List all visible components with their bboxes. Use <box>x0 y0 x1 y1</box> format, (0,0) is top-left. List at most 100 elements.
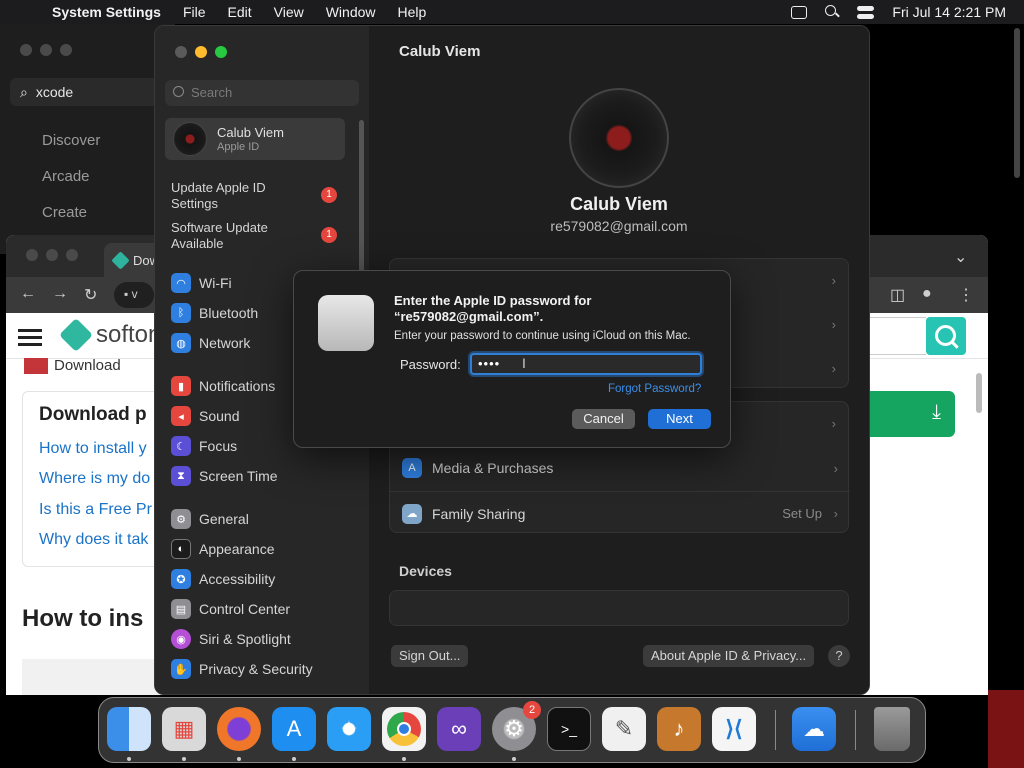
firefox-icon[interactable] <box>217 707 261 751</box>
back-icon[interactable]: ← <box>20 285 36 303</box>
minimize-button[interactable] <box>40 44 52 56</box>
menu-file[interactable]: File <box>183 4 206 20</box>
finder-icon[interactable] <box>107 707 151 751</box>
hamburger-menu-icon[interactable] <box>18 329 42 346</box>
sidebar-item-screen-time[interactable]: ⧗ Screen Time <box>171 465 278 487</box>
site-logo-text[interactable]: softon <box>96 321 161 349</box>
running-indicator <box>292 757 296 761</box>
nav-create[interactable]: Create <box>42 204 87 221</box>
settings-search-input[interactable]: Search <box>165 80 359 106</box>
trash-icon[interactable] <box>874 707 910 751</box>
zoom-button[interactable] <box>60 44 72 56</box>
running-indicator <box>127 757 131 761</box>
garageband-icon[interactable]: ♪ <box>657 707 701 751</box>
sidebar-item-appearance[interactable]: ◐ Appearance <box>171 538 275 560</box>
download-button[interactable] <box>856 391 955 437</box>
chevron-right-icon[interactable]: › <box>832 317 836 332</box>
screen-mirroring-icon[interactable] <box>791 5 808 19</box>
chevron-right-icon[interactable]: › <box>832 416 836 431</box>
zoom-button[interactable] <box>215 46 227 58</box>
forward-icon[interactable]: → <box>52 285 68 303</box>
sidebar-item-notifications[interactable]: ▮ Notifications <box>171 375 275 397</box>
minimize-button[interactable] <box>46 249 58 261</box>
chrome-icon[interactable] <box>382 707 426 751</box>
tab-search-chevron-icon[interactable]: ⌄ <box>954 247 967 267</box>
about-apple-id-button[interactable]: About Apple ID & Privacy... <box>643 645 815 667</box>
sign-out-button[interactable]: Sign Out... <box>391 645 469 667</box>
alert-badge: 1 <box>321 187 337 203</box>
app-menu[interactable]: System Settings <box>52 4 161 20</box>
control-center-icon[interactable] <box>857 5 875 19</box>
help-button[interactable]: ? <box>828 645 850 667</box>
visual-studio-icon[interactable]: ∞ <box>437 707 481 751</box>
weather-icon[interactable]: ☁ <box>792 707 836 751</box>
spotlight-search-icon[interactable] <box>825 5 839 19</box>
faq-link[interactable]: Is this a Free Pr <box>39 501 152 519</box>
sidebar-item-control-center[interactable]: ▤ Control Center <box>171 598 290 620</box>
avatar[interactable] <box>569 88 669 188</box>
reload-icon[interactable]: ↻ <box>84 285 97 305</box>
control-center-icon: ▤ <box>171 599 191 619</box>
menu-view[interactable]: View <box>274 4 304 20</box>
sidebar-item-bluetooth[interactable]: ᛒ Bluetooth <box>171 302 258 324</box>
sidebar-scrollbar[interactable] <box>359 120 364 280</box>
chevron-right-icon[interactable]: › <box>832 361 836 376</box>
sidebar-item-sound[interactable]: ◂ Sound <box>171 405 239 427</box>
forgot-password-link[interactable]: Forgot Password? <box>608 383 701 395</box>
page-scrollbar[interactable] <box>976 373 982 413</box>
nav-arcade[interactable]: Arcade <box>42 168 90 185</box>
vscode-icon[interactable]: ⟩⟨ <box>712 707 756 751</box>
close-button[interactable] <box>26 249 38 261</box>
sidebar-icon[interactable]: ◫ <box>890 285 905 305</box>
safari-icon[interactable]: ✦ <box>327 707 371 751</box>
menu-bar: System Settings File Edit View Window He… <box>0 0 1024 24</box>
menu-window[interactable]: Window <box>326 4 376 20</box>
app-store-icon[interactable]: A <box>272 707 316 751</box>
app-store-window: ⌕ xcode Discover Arcade Create <box>0 24 175 254</box>
account-email: re579082@gmail.com <box>550 218 688 234</box>
close-button[interactable] <box>175 46 187 58</box>
sidebar-item-wifi[interactable]: ◠ Wi-Fi <box>171 272 232 294</box>
app-store-search-field[interactable]: ⌕ xcode <box>10 78 170 106</box>
sidebar-item-siri[interactable]: ◉ Siri & Spotlight <box>171 628 291 650</box>
cancel-button[interactable]: Cancel <box>572 409 635 429</box>
chrome-menu-icon[interactable]: ⋮ <box>958 285 974 305</box>
site-search-input[interactable] <box>866 317 926 355</box>
faq-link[interactable]: Why does it tak <box>39 531 148 549</box>
menu-help[interactable]: Help <box>398 4 427 20</box>
desktop-scrollbar[interactable] <box>1014 28 1020 178</box>
password-field[interactable]: •••• <box>470 353 702 375</box>
next-button[interactable]: Next <box>648 409 711 429</box>
softonic-logo-icon[interactable] <box>59 318 93 352</box>
minimize-button[interactable] <box>195 46 207 58</box>
sidebar-item-accessibility[interactable]: ✪ Accessibility <box>171 568 275 590</box>
zoom-button[interactable] <box>66 249 78 261</box>
faq-link[interactable]: How to install y <box>39 440 147 458</box>
menu-edit[interactable]: Edit <box>228 4 252 20</box>
launchpad-icon[interactable]: ▦ <box>162 707 206 751</box>
terminal-icon[interactable]: >_ <box>547 707 591 751</box>
sidebar-item-privacy[interactable]: ✋ Privacy & Security <box>171 658 313 680</box>
faq-title: Download p <box>39 404 147 425</box>
close-button[interactable] <box>20 44 32 56</box>
alert-badge: 1 <box>321 227 337 243</box>
sidebar-item-focus[interactable]: ☾ Focus <box>171 435 237 457</box>
chevron-right-icon[interactable]: › <box>832 273 836 288</box>
row-media-purchases[interactable]: A Media & Purchases › <box>390 446 850 490</box>
row-family-sharing[interactable]: ☁ Family Sharing Set Up › <box>390 491 850 535</box>
sidebar-item-network[interactable]: ◍ Network <box>171 332 250 354</box>
profile-icon[interactable]: ● <box>922 285 932 303</box>
textedit-icon[interactable]: ✎ <box>602 707 646 751</box>
address-bar[interactable]: ▪ v <box>114 282 154 308</box>
sidebar-alert-update-apple-id[interactable]: Update Apple ID Settings <box>171 180 311 212</box>
sidebar-item-general[interactable]: ⚙ General <box>171 508 249 530</box>
sidebar-alert-software-update[interactable]: Software Update Available <box>171 220 311 252</box>
nav-discover[interactable]: Discover <box>42 132 100 149</box>
clock[interactable]: Fri Jul 14 2:21 PM <box>892 4 1006 20</box>
download-breadcrumb[interactable]: Download <box>24 357 121 375</box>
sidebar-item-apple-id[interactable]: Calub Viem Apple ID <box>165 118 345 160</box>
siri-icon: ◉ <box>171 629 191 649</box>
site-search-button[interactable] <box>926 317 966 355</box>
faq-link[interactable]: Where is my do <box>39 470 150 488</box>
accessibility-icon: ✪ <box>171 569 191 589</box>
